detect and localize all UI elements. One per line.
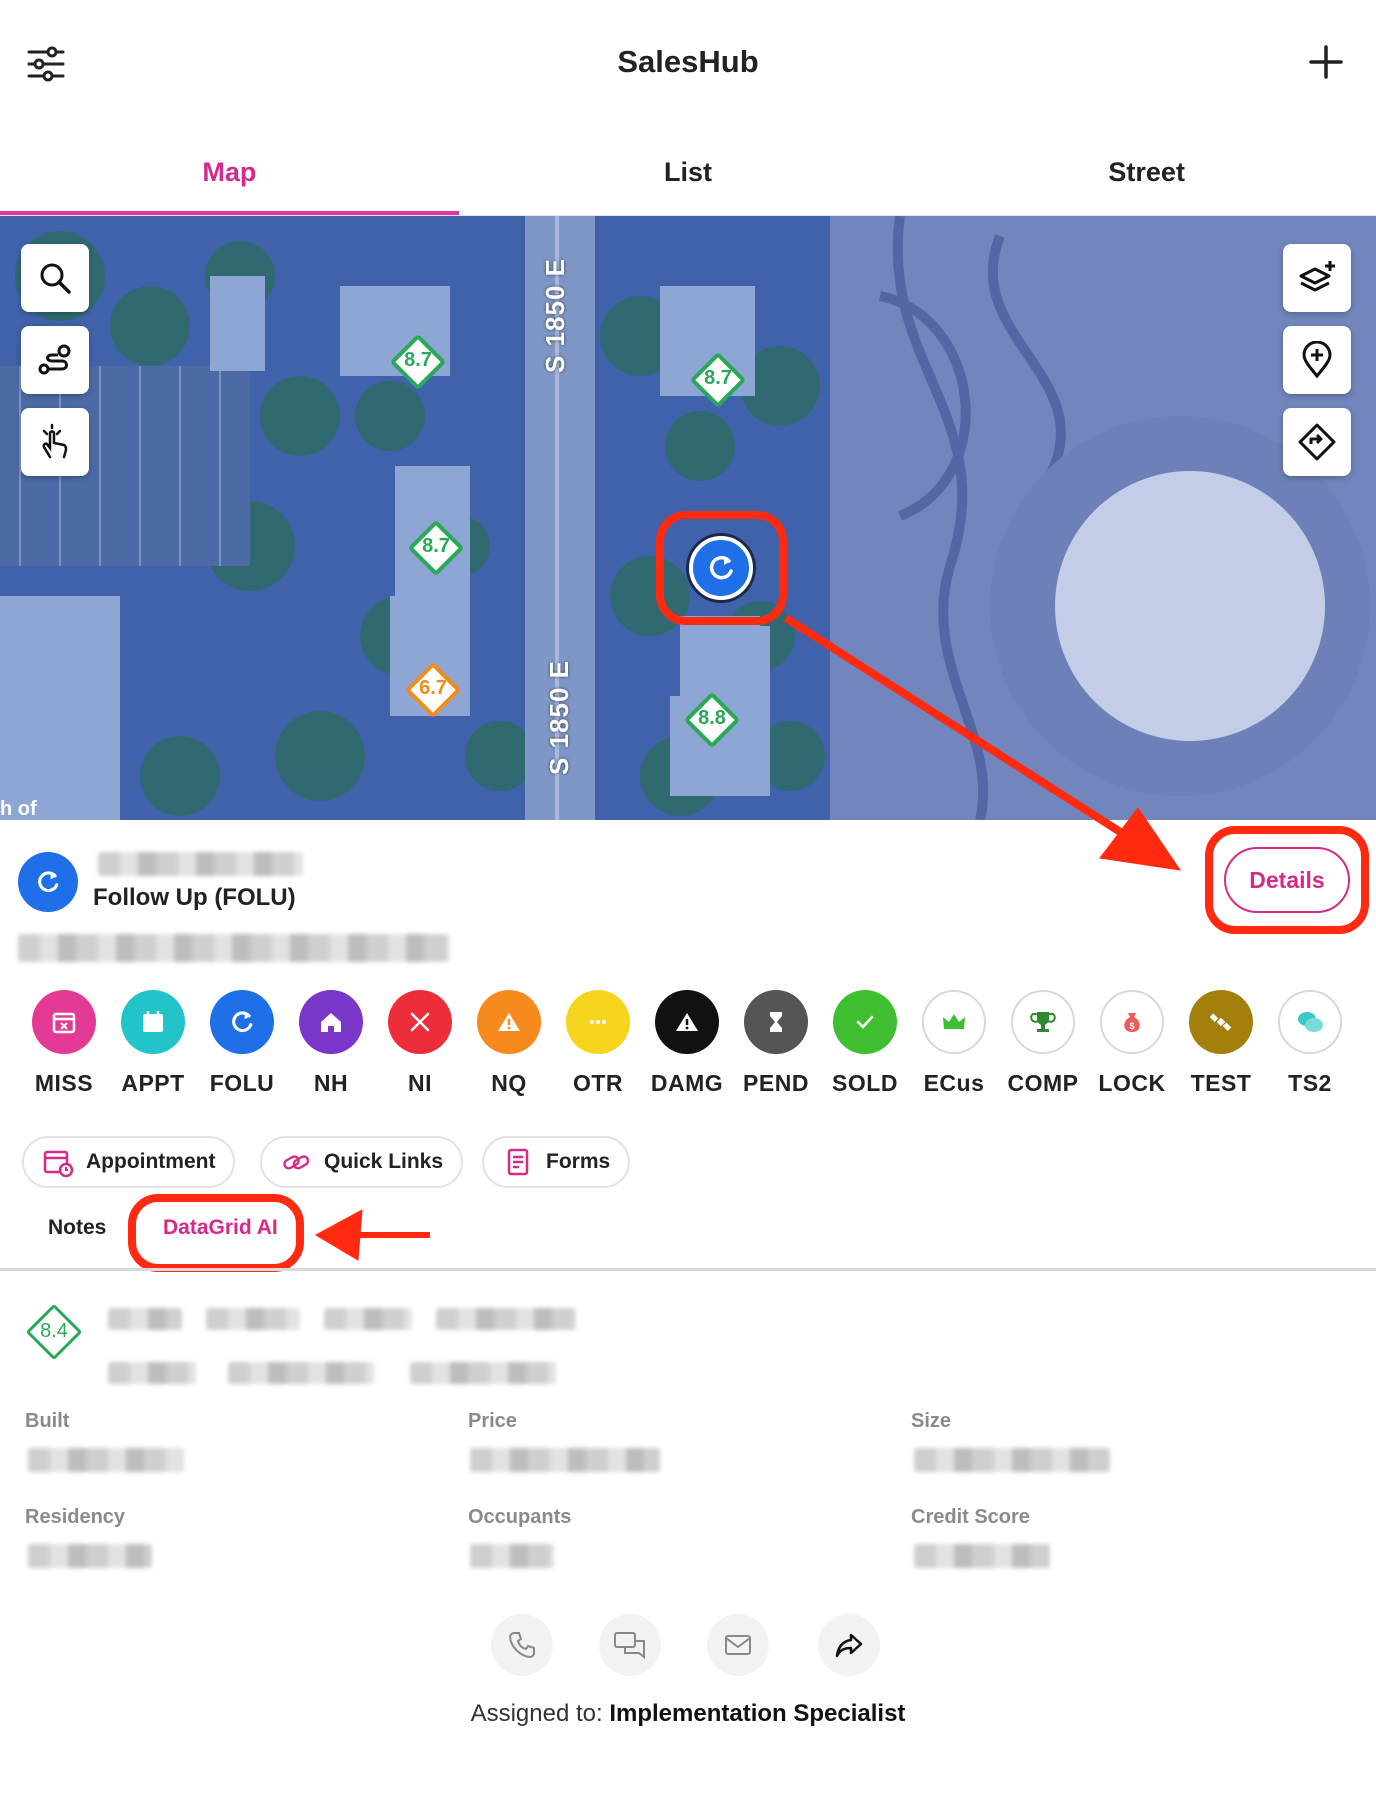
satellite-icon: [1189, 990, 1253, 1054]
built-value-redacted: [28, 1448, 184, 1472]
tab-notes[interactable]: Notes: [48, 1216, 106, 1240]
occupants-label: Occupants: [468, 1506, 572, 1528]
quick-links-label: Quick Links: [324, 1150, 444, 1173]
hourglass-icon: [744, 990, 808, 1054]
forms-button[interactable]: Forms: [482, 1136, 631, 1188]
status-nh[interactable]: NH: [287, 990, 375, 1097]
status-nq[interactable]: NQ: [465, 990, 553, 1097]
credit-score-value-redacted: [914, 1544, 1050, 1568]
lead-name-redacted: [98, 852, 303, 876]
ellipsis-icon: [566, 990, 630, 1054]
assigned-to: Assigned to: Implementation Specialist: [0, 1700, 1376, 1728]
document-icon: [502, 1146, 534, 1178]
highlight-callout: [128, 1194, 304, 1272]
lead-status-text: Follow Up (FOLU): [93, 884, 296, 911]
quick-links-button[interactable]: Quick Links: [260, 1136, 464, 1188]
calendar-icon: [121, 990, 185, 1054]
message-button[interactable]: [599, 1614, 661, 1676]
residency-label: Residency: [25, 1506, 126, 1528]
assigned-prefix: Assigned to:: [470, 1700, 610, 1727]
owner-info-redacted: [108, 1362, 196, 1384]
built-label: Built: [25, 1410, 70, 1432]
calendar-x-icon: [32, 990, 96, 1054]
status-folu[interactable]: FOLU: [198, 990, 286, 1097]
refresh-icon: [38, 871, 59, 893]
status-miss[interactable]: MISS: [20, 990, 108, 1097]
appointment-button[interactable]: Appointment: [22, 1136, 236, 1188]
section-divider: [0, 1268, 1376, 1271]
price-value-redacted: [470, 1448, 660, 1472]
money-bag-icon: $: [1100, 990, 1164, 1054]
owner-info-redacted: [436, 1308, 576, 1330]
status-sold[interactable]: SOLD: [821, 990, 909, 1097]
size-value-redacted: [914, 1448, 1110, 1472]
lead-status-icon: [18, 852, 78, 912]
mail-icon: [725, 1635, 751, 1655]
refresh-icon: [210, 990, 274, 1054]
home-icon: [299, 990, 363, 1054]
appointment-label: Appointment: [86, 1150, 216, 1173]
credit-score-label: Credit Score: [911, 1506, 1030, 1528]
residency-value-redacted: [28, 1544, 152, 1568]
x-icon: [388, 990, 452, 1054]
share-arrow-icon: [835, 1633, 863, 1658]
crown-icon: [922, 990, 986, 1054]
phone-icon: [508, 1632, 535, 1659]
highlight-callout: [1205, 826, 1369, 934]
property-score-badge: 8.4: [24, 1302, 84, 1362]
status-otr[interactable]: OTR: [554, 990, 642, 1097]
price-label: Price: [468, 1410, 517, 1432]
status-pend[interactable]: PEND: [732, 990, 820, 1097]
link-icon: [280, 1146, 312, 1178]
status-damg[interactable]: DAMG: [643, 990, 731, 1097]
size-label: Size: [911, 1410, 952, 1432]
status-picker: MISS APPT FOLU NH NI NQ OTR DAMG PEND SO…: [20, 990, 1364, 1100]
check-icon: [833, 990, 897, 1054]
status-ts2[interactable]: TS2: [1266, 990, 1354, 1097]
owner-info-redacted: [410, 1362, 556, 1384]
warning-icon: [655, 990, 719, 1054]
trophy-icon: [1011, 990, 1075, 1054]
svg-text:$: $: [1129, 1021, 1134, 1031]
warning-icon: [477, 990, 541, 1054]
call-button[interactable]: [491, 1614, 553, 1676]
lead-address-redacted: [18, 934, 450, 962]
assigned-name: Implementation Specialist: [609, 1700, 906, 1727]
forms-label: Forms: [546, 1150, 611, 1173]
owner-info-redacted: [324, 1308, 412, 1330]
status-lock[interactable]: $ LOCK: [1088, 990, 1176, 1097]
share-button[interactable]: [818, 1614, 880, 1676]
status-ni[interactable]: NI: [376, 990, 464, 1097]
calendar-clock-icon: [42, 1146, 74, 1178]
status-test[interactable]: TEST: [1177, 990, 1265, 1097]
status-appt[interactable]: APPT: [109, 990, 197, 1097]
status-ecus[interactable]: ECus: [910, 990, 998, 1097]
owner-info-redacted: [228, 1362, 374, 1384]
owner-info-redacted: [108, 1308, 182, 1330]
status-comp[interactable]: COMP: [999, 990, 1087, 1097]
chat-bubbles-icon: [614, 1632, 645, 1660]
email-button[interactable]: [707, 1614, 769, 1676]
owner-info-redacted: [206, 1308, 300, 1330]
chat-icon: [1278, 990, 1342, 1054]
occupants-value-redacted: [470, 1544, 554, 1568]
